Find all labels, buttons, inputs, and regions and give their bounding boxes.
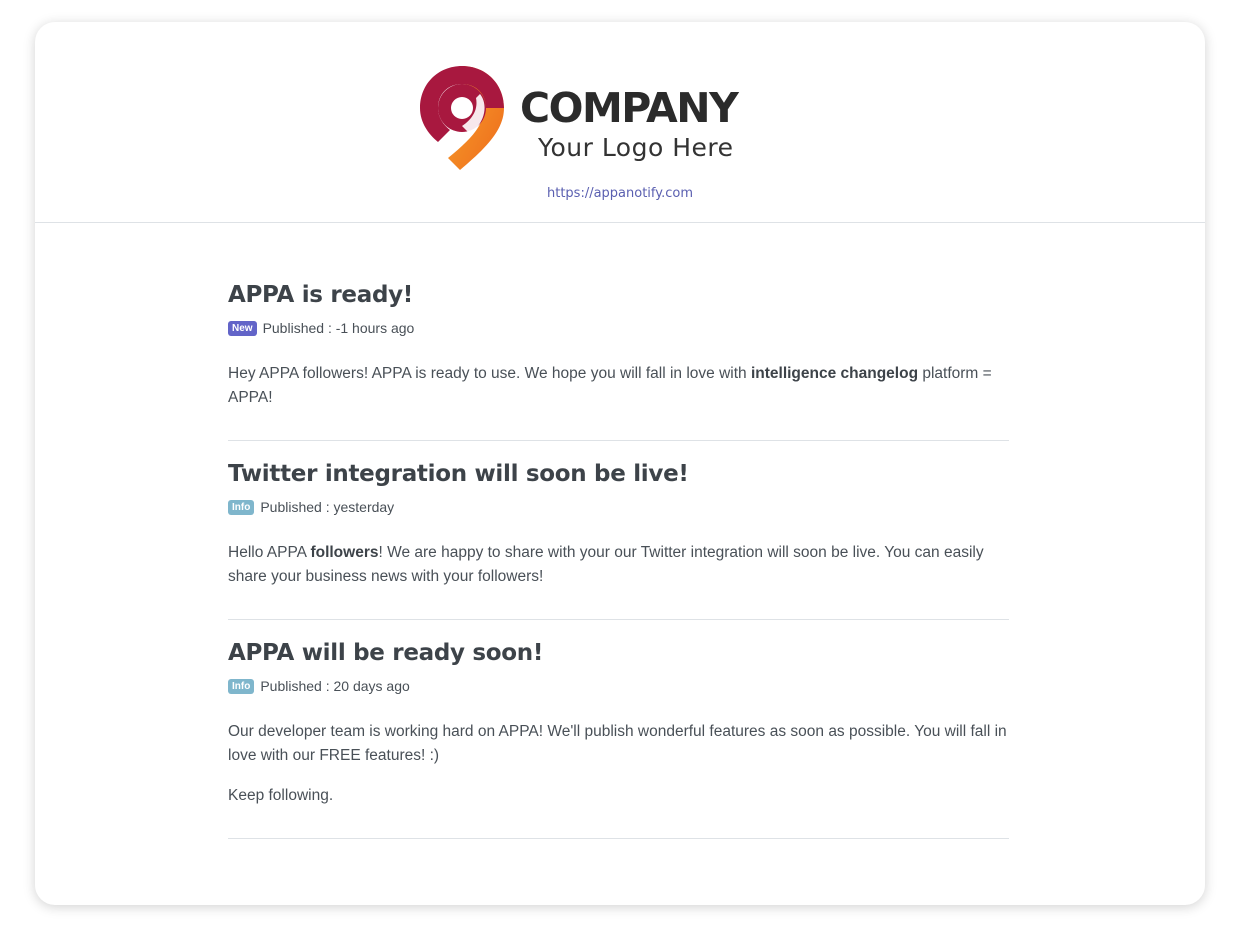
post-item: Twitter integration will soon be live! I…	[228, 459, 1009, 620]
post-item: APPA is ready! New Published : -1 hours …	[228, 280, 1009, 441]
post-meta: New Published : -1 hours ago	[228, 318, 1009, 338]
status-badge: New	[228, 320, 257, 336]
post-title[interactable]: APPA will be ready soon!	[228, 638, 1009, 668]
logo-title: COMPANY	[520, 84, 740, 132]
changelog-card: COMPANY Your Logo Here https://appanotif…	[35, 22, 1205, 905]
page-header: COMPANY Your Logo Here https://appanotif…	[35, 22, 1205, 223]
site-link[interactable]: https://appanotify.com	[35, 186, 1205, 201]
published-date: Published : yesterday	[260, 499, 395, 515]
post-body: Hey APPA followers! APPA is ready to use…	[228, 365, 992, 406]
post-title[interactable]: APPA is ready!	[228, 280, 1009, 310]
company-logo[interactable]: COMPANY Your Logo Here	[418, 64, 758, 174]
post-body: Keep following.	[228, 787, 334, 804]
post-meta: Info Published : 20 days ago	[228, 676, 1009, 696]
published-date: Published : -1 hours ago	[262, 320, 415, 336]
logo-mark-icon: COMPANY Your Logo Here	[420, 66, 742, 170]
status-badge: Info	[228, 678, 255, 694]
bold-text: followers	[310, 544, 379, 561]
post-title[interactable]: Twitter integration will soon be live!	[228, 459, 1009, 489]
post-meta: Info Published : yesterday	[228, 497, 1009, 517]
post-list: APPA is ready! New Published : -1 hours …	[228, 280, 1009, 857]
post-body: Hello APPA followers! We are happy to sh…	[228, 544, 984, 585]
logo-subtitle: Your Logo Here	[537, 133, 734, 162]
bold-text: intelligence changelog	[750, 365, 919, 382]
published-date: Published : 20 days ago	[260, 678, 410, 694]
post-body: Our developer team is working hard on AP…	[228, 723, 1007, 764]
status-badge: Info	[228, 499, 255, 515]
post-item: APPA will be ready soon! Info Published …	[228, 638, 1009, 839]
